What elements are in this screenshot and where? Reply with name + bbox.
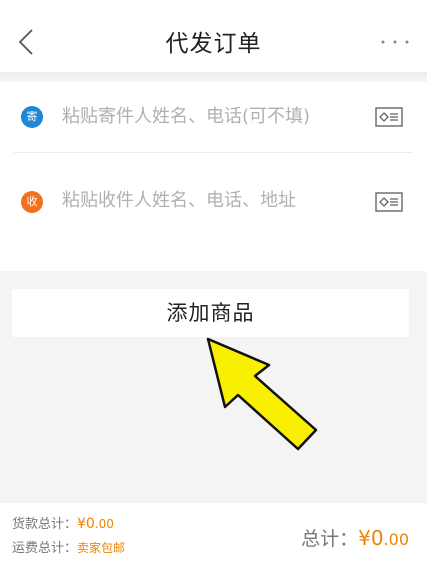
- sender-badge: 寄: [21, 106, 43, 128]
- shipping-value: 卖家包邮: [77, 541, 126, 555]
- address-card: 寄 粘贴寄件人姓名、电话(可不填) 收 粘贴收件人姓名、电话、地址: [0, 82, 427, 271]
- order-footer: 货款总计：¥0.00 运费总计：卖家包邮 总计：¥0.00: [0, 503, 427, 561]
- total-label: 总计：: [301, 528, 359, 550]
- total-decimals: .00: [383, 530, 409, 549]
- receiver-paste-input[interactable]: 粘贴收件人姓名、电话、地址: [62, 190, 302, 212]
- goods-total-value: ¥0: [77, 516, 95, 532]
- receiver-row[interactable]: 收 粘贴收件人姓名、电话、地址: [0, 153, 427, 271]
- total-value: ¥0: [358, 526, 384, 550]
- receiver-badge: 收: [21, 191, 43, 213]
- shipping-label: 运费总计：: [12, 541, 78, 556]
- goods-total-line: 货款总计：¥0.00: [12, 513, 114, 532]
- add-goods-button[interactable]: 添加商品: [12, 289, 409, 337]
- order-page: 代发订单 寄 粘贴寄件人姓名、电话(可不填) 收 粘贴收件人姓名、电话、地址 添…: [0, 0, 427, 561]
- goods-total-label: 货款总计：: [12, 517, 78, 532]
- sender-paste-input[interactable]: 粘贴寄件人姓名、电话(可不填): [62, 106, 352, 128]
- more-dots-icon: [381, 40, 409, 44]
- address-card-icon[interactable]: [375, 192, 403, 212]
- sender-row[interactable]: 寄 粘贴寄件人姓名、电话(可不填): [0, 82, 427, 152]
- shipping-line: 运费总计：卖家包邮: [12, 537, 125, 556]
- more-button[interactable]: [377, 30, 413, 54]
- pointer-arrow-icon: [206, 337, 318, 451]
- goods-total-decimals: .00: [94, 517, 114, 531]
- address-card-icon[interactable]: [375, 107, 403, 127]
- nav-header: 代发订单: [0, 0, 427, 82]
- header-shadow: [0, 72, 427, 82]
- order-total: 总计：¥0.00: [301, 524, 409, 551]
- page-title: 代发订单: [165, 31, 262, 57]
